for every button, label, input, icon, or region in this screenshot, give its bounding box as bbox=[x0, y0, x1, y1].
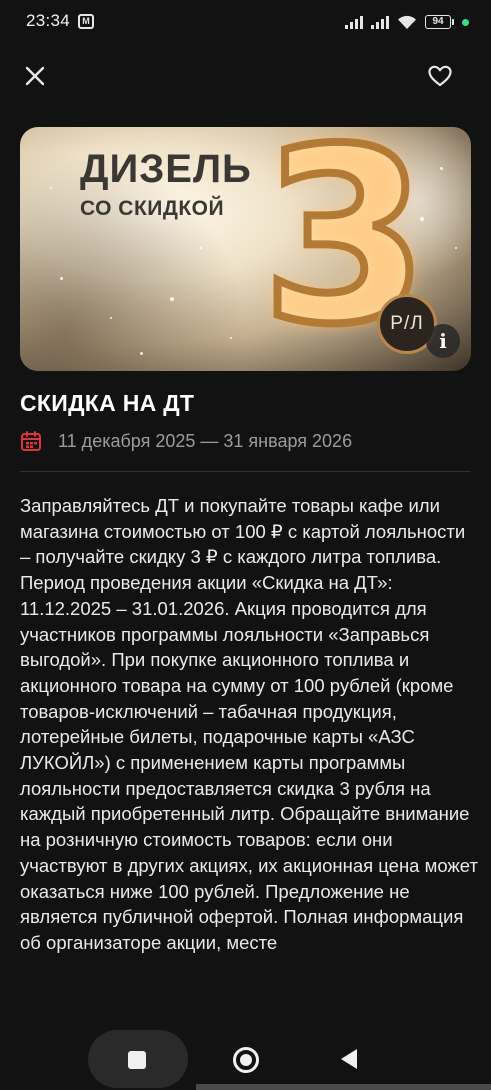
heart-icon bbox=[428, 65, 452, 87]
favorite-button[interactable] bbox=[427, 63, 453, 89]
close-icon bbox=[25, 66, 45, 86]
system-nav-bar bbox=[0, 1030, 491, 1090]
signal-icon bbox=[345, 15, 363, 29]
description-paragraph: Заправляйтесь ДТ и покупайте товары кафе… bbox=[20, 495, 466, 568]
promo-description: Заправляйтесь ДТ и покупайте товары кафе… bbox=[20, 493, 480, 956]
description-paragraph: Период проведения акции «Скидка на ДТ»: … bbox=[20, 572, 478, 953]
wifi-icon bbox=[398, 15, 416, 29]
status-icons: 94 bbox=[345, 12, 469, 32]
battery-level: 94 bbox=[425, 15, 451, 29]
signal-icon bbox=[371, 15, 389, 29]
close-button[interactable] bbox=[22, 63, 48, 89]
promo-dates: 11 декабря 2025 — 31 января 2026 bbox=[58, 430, 353, 451]
green-dot-indicator bbox=[462, 18, 469, 26]
divider bbox=[20, 471, 471, 472]
square-icon[interactable] bbox=[128, 1051, 146, 1069]
banner-subtitle: СО СКИДКОЙ bbox=[80, 197, 225, 220]
gesture-bar bbox=[196, 1084, 491, 1090]
banner-title: ДИЗЕЛЬ bbox=[80, 147, 252, 191]
calendar-icon bbox=[21, 431, 41, 451]
app-notification-icon: M bbox=[78, 14, 94, 29]
back-triangle-icon[interactable] bbox=[341, 1049, 357, 1069]
battery-icon: 94 bbox=[425, 15, 454, 29]
info-button[interactable]: i bbox=[426, 324, 460, 358]
circle-icon[interactable] bbox=[233, 1047, 259, 1073]
promo-title: СКИДКА НА ДТ bbox=[20, 390, 195, 416]
promo-banner: ДИЗЕЛЬ СО СКИДКОЙ 3 Р/Л i bbox=[20, 127, 471, 371]
status-time: 23:34 bbox=[26, 11, 71, 30]
status-bar: 23:34 M 94 bbox=[0, 0, 491, 44]
promo-dates-row: 11 декабря 2025 — 31 января 2026 bbox=[20, 427, 352, 455]
promo-detail-screen: 23:34 M 94 ДИЗЕЛЬ СО СКИДКОЙ 3 Р/Л i СКИ… bbox=[0, 0, 491, 1090]
